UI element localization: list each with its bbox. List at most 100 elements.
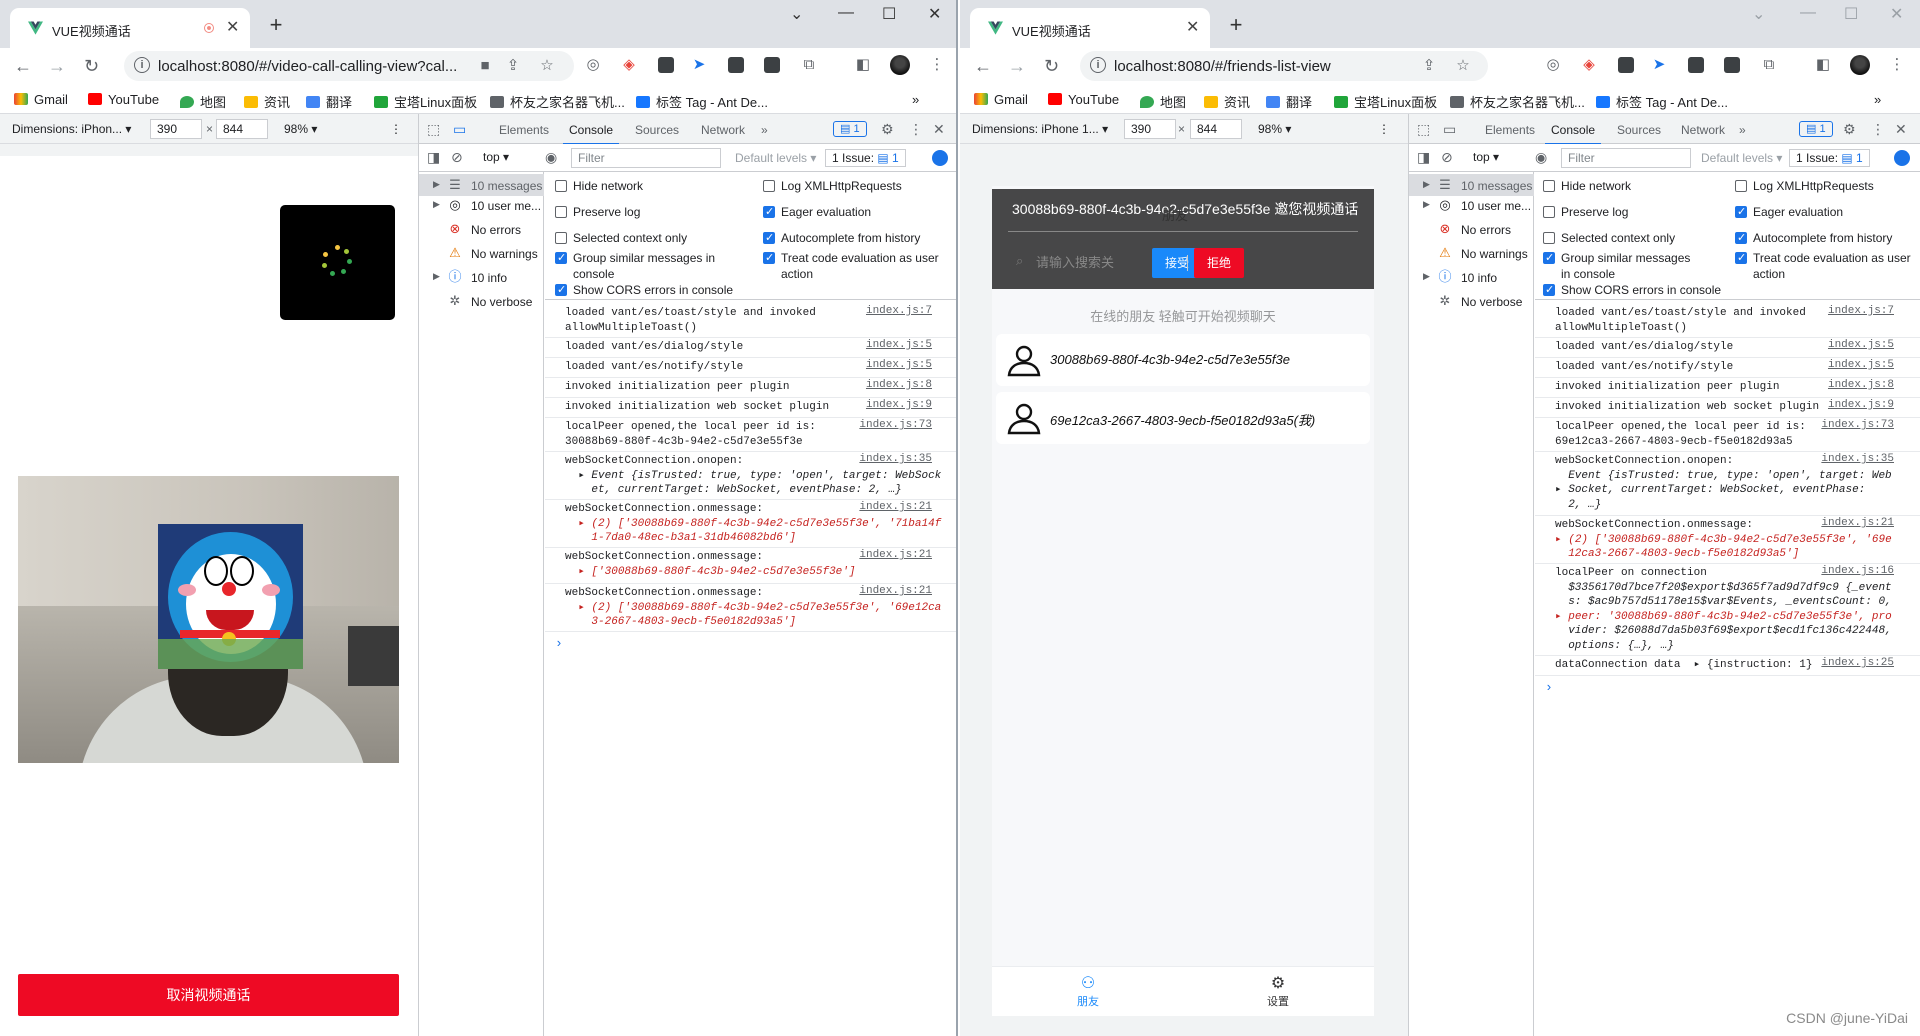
forward-icon[interactable]: → — [1008, 56, 1026, 77]
reload-icon[interactable]: ↻ — [84, 56, 99, 77]
checkbox-checked[interactable] — [555, 282, 567, 298]
extension-globe-icon[interactable]: ◎ — [584, 56, 602, 74]
share-icon[interactable]: ⇪ — [504, 57, 522, 75]
device-height-input[interactable]: 844 — [216, 119, 268, 139]
zoom-select[interactable]: 98% ▾ — [1258, 122, 1291, 136]
setting-autocomplete[interactable]: Autocomplete from history — [1735, 230, 1915, 246]
bookmark-bt-panel[interactable]: 宝塔Linux面板 — [374, 92, 477, 111]
checkbox[interactable] — [1543, 232, 1555, 244]
side-panel-icon[interactable]: ◧ — [1814, 56, 1832, 74]
setting-preserve-log[interactable]: Preserve log — [555, 204, 745, 220]
setting-selected-context[interactable]: Selected context only — [555, 230, 745, 246]
sidebar-errors[interactable]: ⊗ No errors — [1409, 218, 1534, 240]
inspect-element-icon[interactable]: ⬚ — [427, 121, 440, 138]
bookmark-ant-design[interactable]: 标签 Tag - Ant De... — [1596, 92, 1728, 111]
profile-avatar[interactable] — [890, 55, 910, 75]
checkbox[interactable] — [555, 180, 567, 192]
checkbox-checked[interactable] — [1735, 204, 1747, 220]
checkbox-checked[interactable] — [763, 204, 775, 220]
sidebar-user-messages[interactable]: ▶ ◎ 10 user me... — [1409, 194, 1534, 216]
issues-button[interactable]: 1 Issue: ▤ 1 — [825, 149, 906, 167]
cancel-call-button[interactable]: 取消视频通话 — [18, 974, 399, 1016]
maximize-button[interactable]: ☐ — [1844, 4, 1858, 24]
device-more-icon[interactable]: ⋮ — [390, 122, 402, 136]
setting-hide-network[interactable]: Hide network — [555, 178, 745, 194]
setting-group-similar[interactable]: Group similar messages in console — [1543, 250, 1703, 282]
clear-console-icon[interactable]: ⊘ — [1441, 149, 1453, 166]
checkbox[interactable] — [1543, 180, 1555, 192]
friend-item[interactable]: 30088b69-880f-4c3b-94e2-c5d7e3e55f3e — [996, 334, 1370, 386]
source-link[interactable]: index.js:7 — [1828, 304, 1894, 319]
bookmark-cup[interactable]: 杯友之家名器飞机... — [490, 92, 625, 111]
setting-selected-context[interactable]: Selected context only — [1543, 230, 1723, 246]
bookmark-youtube[interactable]: YouTube — [88, 92, 159, 107]
device-height-input[interactable]: 844 — [1190, 119, 1242, 139]
console-filter-input[interactable]: Filter — [571, 148, 721, 168]
new-tab-button[interactable]: + — [1222, 12, 1250, 40]
setting-log-xhr[interactable]: Log XMLHttpRequests — [763, 178, 953, 194]
source-link[interactable]: index.js:8 — [1828, 378, 1894, 393]
sidebar-warnings[interactable]: ⚠ No warnings — [419, 242, 544, 264]
setting-show-cors[interactable]: Show CORS errors in console — [1543, 282, 1763, 298]
sidebar-errors[interactable]: ⊗ No errors — [419, 218, 544, 240]
new-tab-button[interactable]: + — [262, 12, 290, 40]
address-bar[interactable]: i localhost:8080/#/video-call-calling-vi… — [124, 51, 574, 81]
device-select[interactable]: Dimensions: iPhon... ▾ — [12, 122, 131, 136]
tab-search-icon[interactable]: ⌄ — [790, 4, 803, 24]
bookmark-news[interactable]: 资讯 — [244, 92, 290, 111]
source-link[interactable]: index.js:5 — [1828, 358, 1894, 373]
bookmark-bt-panel[interactable]: 宝塔Linux面板 — [1334, 92, 1437, 111]
forward-icon[interactable]: → — [48, 56, 66, 77]
tab-network[interactable]: Network — [1681, 123, 1725, 137]
search-input[interactable]: 请输入搜索关 — [1036, 252, 1114, 271]
minimize-button[interactable]: — — [838, 4, 854, 22]
extension-box-icon[interactable] — [658, 57, 674, 73]
checkbox-checked[interactable] — [1543, 250, 1555, 266]
bookmark-star-icon[interactable]: ☆ — [538, 57, 556, 75]
bookmark-maps[interactable]: 地图 — [180, 92, 226, 111]
bookmark-star-icon[interactable]: ☆ — [1454, 57, 1472, 75]
message-count-badge[interactable]: ▤ 1 — [1799, 121, 1833, 137]
device-toggle-icon[interactable]: ▭ — [453, 121, 466, 138]
more-bookmarks-icon[interactable]: » — [912, 92, 919, 107]
bookmark-translate[interactable]: 翻译 — [306, 92, 352, 111]
extensions-puzzle-icon[interactable]: ⧉ — [800, 56, 818, 74]
sidebar-info[interactable]: ▶ ⓘ 10 info — [1409, 266, 1534, 288]
source-link[interactable]: index.js:21 — [859, 548, 932, 563]
checkbox[interactable] — [1543, 206, 1555, 218]
setting-eager-evaluation[interactable]: Eager evaluation — [1735, 204, 1915, 220]
context-select[interactable]: top ▾ — [1473, 150, 1499, 164]
site-info-icon[interactable]: i — [1090, 57, 1106, 73]
bookmark-news[interactable]: 资讯 — [1204, 92, 1250, 111]
console-prompt[interactable]: › — [1545, 680, 1553, 695]
extension-arrow-icon[interactable]: ➤ — [1650, 56, 1668, 74]
browser-tab[interactable]: VUE视频通话 ✕ — [10, 8, 250, 48]
devtools-settings-icon[interactable]: ⚙ — [881, 121, 894, 138]
console-filter-input[interactable]: Filter — [1561, 148, 1691, 168]
sidebar-warnings[interactable]: ⚠ No warnings — [1409, 242, 1534, 264]
setting-log-xhr[interactable]: Log XMLHttpRequests — [1735, 178, 1915, 194]
more-tabs-icon[interactable]: » — [761, 123, 768, 137]
devtools-more-icon[interactable]: ⋮ — [1871, 121, 1885, 138]
source-link[interactable]: index.js:73 — [859, 418, 932, 433]
close-window-button[interactable]: ✕ — [928, 4, 941, 24]
tab-friends[interactable]: ⚇ 朋友 — [1058, 973, 1118, 1009]
sidebar-messages[interactable]: ▶ ☰ 10 messages — [419, 174, 544, 196]
source-link[interactable]: index.js:5 — [866, 358, 932, 373]
log-levels-select[interactable]: Default levels ▾ — [735, 151, 816, 165]
close-tab-icon[interactable]: ✕ — [226, 17, 239, 37]
back-icon[interactable]: ← — [974, 56, 992, 77]
menu-kebab-icon[interactable]: ⋮ — [928, 56, 946, 74]
devtools-settings-icon[interactable]: ⚙ — [1843, 121, 1856, 138]
device-more-icon[interactable]: ⋮ — [1378, 122, 1390, 136]
source-link[interactable]: index.js:35 — [1821, 452, 1894, 467]
live-expression-eye-icon[interactable]: ◉ — [1535, 149, 1547, 166]
extension-camera-box-icon[interactable] — [764, 57, 780, 73]
setting-treat-code-eval[interactable]: Treat code evaluation as user action — [763, 250, 953, 282]
reload-icon[interactable]: ↻ — [1044, 56, 1059, 77]
setting-group-similar[interactable]: Group similar messages in console — [555, 250, 720, 282]
bookmark-maps[interactable]: 地图 — [1140, 92, 1186, 111]
devtools-close-icon[interactable]: ✕ — [1895, 121, 1907, 138]
profile-avatar[interactable] — [1850, 55, 1870, 75]
bookmark-gmail[interactable]: Gmail — [14, 92, 68, 107]
